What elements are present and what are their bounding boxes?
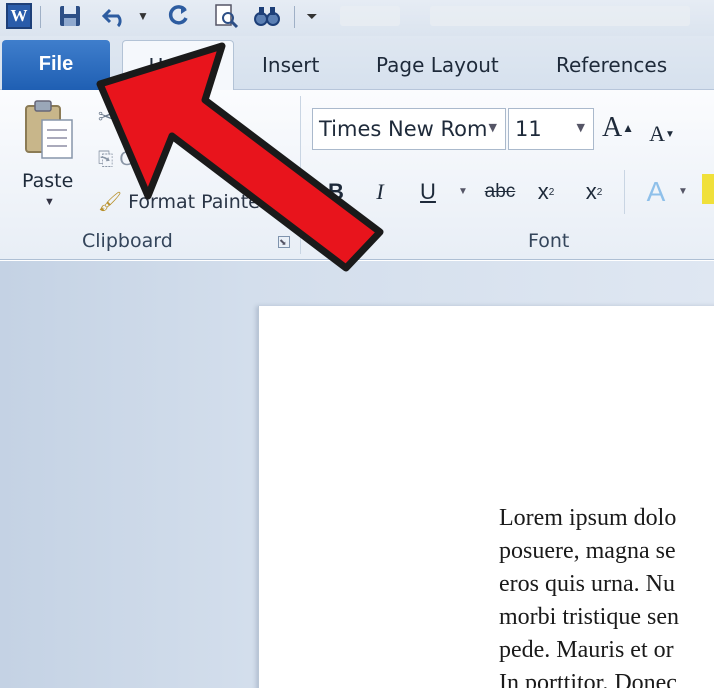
undo-dropdown-icon[interactable]: ▼	[136, 1, 150, 31]
find-icon[interactable]	[250, 1, 284, 31]
ribbon-home: Paste ▼ ✂ Cut ⎘ Copy 🖌 Format Painter Cl…	[0, 90, 714, 260]
bold-button[interactable]: B	[322, 176, 350, 208]
subscript-icon: x	[537, 179, 549, 204]
subscript-button[interactable]: x2	[530, 176, 562, 208]
dialog-launcher-icon[interactable]: ⬊	[278, 236, 290, 248]
shrink-font-button[interactable]: A ▼	[646, 118, 678, 150]
paste-button[interactable]: Paste	[22, 170, 73, 192]
clipboard-group-label: Clipboard	[82, 230, 173, 252]
chevron-down-icon[interactable]: ▼	[44, 196, 55, 208]
text-line: eros quis urna. Nu	[499, 571, 675, 597]
tab-page-layout[interactable]: Page Layout	[376, 40, 499, 90]
paste-icon[interactable]	[22, 98, 76, 162]
text-line: morbi tristique sen	[499, 604, 679, 630]
cut-label: Cut	[119, 106, 153, 128]
quick-access-toolbar: W ▼ ⏷	[0, 0, 714, 36]
paintbrush-icon: 🖌	[98, 191, 123, 213]
font-size-value: 11	[515, 117, 542, 141]
text-effects-button[interactable]: A	[640, 176, 672, 208]
grow-font-button[interactable]: A ▲	[602, 112, 634, 144]
group-divider	[300, 96, 301, 254]
document-body-text[interactable]: Lorem ipsum dolo posuere, magna se eros …	[499, 502, 714, 688]
font-name-field[interactable]: Times New Rom ▼	[312, 108, 506, 150]
save-icon[interactable]	[56, 1, 84, 31]
text-line: pede. Mauris et or	[499, 637, 674, 663]
highlight-color-icon[interactable]	[702, 174, 714, 204]
copy-icon: ⎘	[98, 148, 114, 170]
shrink-font-icon: A	[649, 121, 665, 146]
word-icon[interactable]: W	[6, 3, 32, 29]
copy-label: Copy	[119, 148, 168, 170]
text-line: posuere, magna se	[499, 538, 676, 564]
format-painter-button[interactable]: 🖌 Format Painter	[98, 190, 268, 213]
tab-file[interactable]: File	[2, 40, 110, 90]
text-effects-dropdown-icon[interactable]: ▼	[678, 186, 688, 197]
customize-dropdown-icon[interactable]: ⏷	[302, 1, 322, 31]
toolbar-divider	[294, 6, 295, 28]
superscript-button[interactable]: x2	[578, 176, 610, 208]
tab-insert[interactable]: Insert	[262, 40, 319, 90]
underline-button[interactable]: U	[414, 176, 442, 208]
underline-dropdown-icon[interactable]: ▼	[458, 186, 468, 197]
title-bar-blur	[430, 6, 690, 26]
font-size-field[interactable]: 11 ▼	[508, 108, 594, 150]
text-line: Lorem ipsum dolo	[499, 505, 677, 531]
title-bar-blur	[340, 6, 400, 26]
font-group-label: Font	[528, 230, 570, 252]
grow-font-icon: A	[601, 112, 623, 143]
redo-icon[interactable]	[164, 1, 194, 31]
superscript-icon: x	[585, 179, 597, 204]
chevron-down-icon[interactable]: ▼	[489, 121, 497, 134]
toolbar-divider	[40, 6, 41, 28]
scissors-icon: ✂	[98, 106, 114, 128]
document-page[interactable]: Lorem ipsum dolo posuere, magna se eros …	[258, 306, 714, 688]
undo-icon[interactable]	[100, 1, 134, 31]
strikethrough-button[interactable]: abc	[478, 176, 522, 208]
tab-home[interactable]: Home	[122, 40, 234, 90]
tab-references[interactable]: References	[556, 40, 667, 90]
ribbon-tab-bar: File Home Insert Page Layout References	[0, 36, 714, 90]
font-name-value: Times New Rom	[319, 117, 488, 141]
copy-button[interactable]: ⎘ Copy	[98, 148, 167, 170]
text-line: In porttitor. Donec	[499, 670, 677, 688]
cut-button[interactable]: ✂ Cut	[98, 106, 153, 128]
chevron-down-icon[interactable]: ▼	[577, 121, 585, 134]
print-preview-icon[interactable]	[210, 1, 242, 31]
document-workspace: Lorem ipsum dolo posuere, magna se eros …	[0, 261, 714, 688]
italic-button[interactable]: I	[366, 176, 394, 208]
format-painter-label: Format Painter	[128, 191, 268, 213]
button-divider	[624, 170, 625, 214]
